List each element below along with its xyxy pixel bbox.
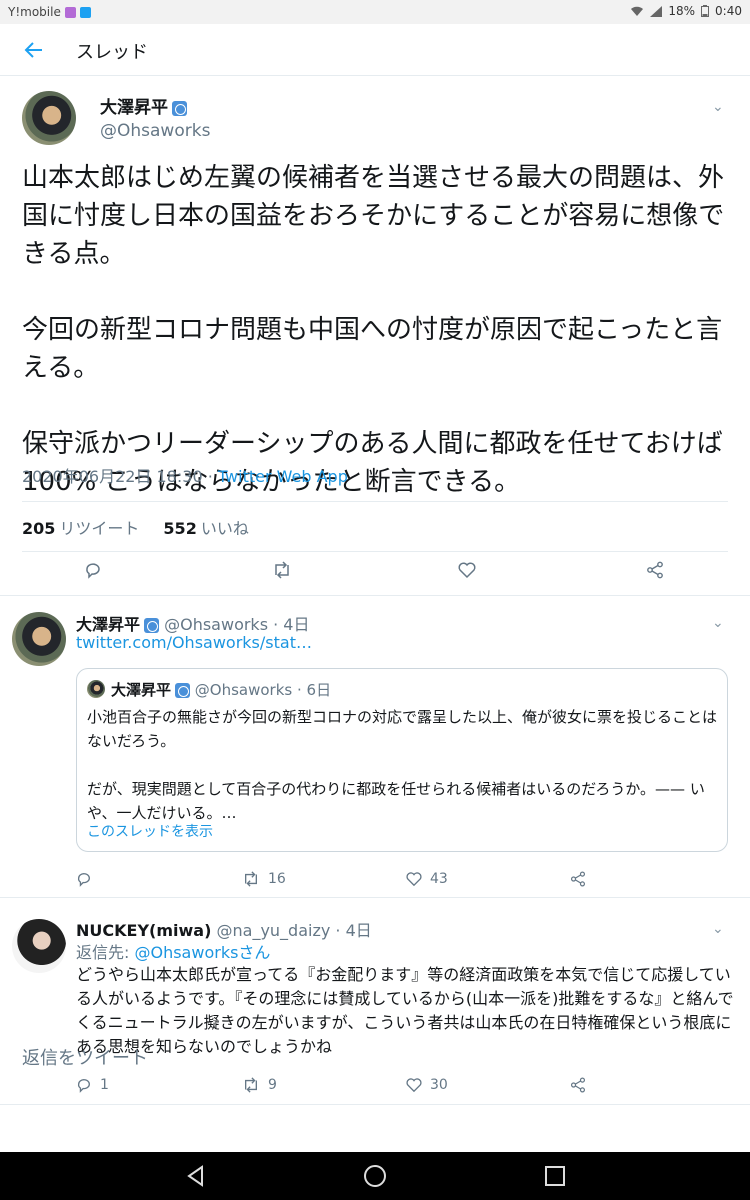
tweet-link[interactable]: twitter.com/Ohsaworks/stat…: [76, 633, 312, 652]
status-bar: Y!mobile 18% 0:40: [0, 0, 750, 24]
like-button[interactable]: 30: [406, 1077, 448, 1093]
like-button[interactable]: 43: [406, 871, 448, 887]
quote-header: 大澤昇平 @Ohsaworks · 6日: [111, 681, 332, 699]
reply-input-placeholder[interactable]: 返信をツイート: [22, 1044, 148, 1070]
reply-button[interactable]: [76, 871, 100, 887]
chevron-down-icon[interactable]: ⌄: [712, 615, 724, 631]
like-icon: [406, 872, 422, 887]
divider: [22, 551, 728, 552]
wifi-icon: [631, 6, 644, 16]
retweet-icon: [245, 871, 257, 887]
retweet-icon[interactable]: [272, 561, 292, 579]
reply-context: 返信先: @Ohsaworksさん: [76, 943, 271, 962]
chevron-down-icon[interactable]: ⌄: [712, 921, 724, 937]
back-arrow-icon[interactable]: [22, 38, 46, 62]
twitter-notification-icon: [79, 6, 91, 18]
author-name[interactable]: NUCKEY(miwa): [76, 921, 211, 940]
carrier-label: Y!mobile: [8, 5, 61, 19]
verified-icon: [172, 100, 187, 116]
reply-to-link[interactable]: @Ohsaworksさん: [134, 943, 270, 962]
nav-back-icon[interactable]: [184, 1164, 208, 1188]
reply-icon: [77, 1079, 90, 1093]
avatar[interactable]: [12, 612, 66, 666]
clock: 0:40: [715, 4, 742, 18]
show-thread-link[interactable]: このスレッドを表示: [87, 821, 213, 841]
avatar[interactable]: [22, 91, 76, 145]
verified-icon: [175, 683, 191, 698]
signal-icon: [650, 5, 663, 17]
nav-recents-icon[interactable]: [543, 1164, 567, 1188]
like-icon[interactable]: [458, 561, 476, 579]
app-notification-icon: [64, 6, 76, 18]
reply-button[interactable]: 1: [76, 1077, 109, 1093]
reply-composer[interactable]: 返信をツイート: [0, 1030, 750, 1078]
app-bar: スレッド: [0, 24, 750, 76]
divider: [0, 595, 750, 596]
author-handle[interactable]: @Ohsaworks: [100, 121, 210, 141]
battery-icon: [701, 5, 710, 17]
verified-icon: [144, 618, 160, 633]
tweet-actions: [0, 561, 750, 587]
share-button[interactable]: [570, 871, 586, 887]
retweet-icon: [245, 1077, 257, 1093]
divider: [0, 897, 750, 898]
divider: [22, 501, 728, 502]
share-icon[interactable]: [646, 561, 664, 579]
retweet-count[interactable]: 205 リツイート: [22, 515, 139, 539]
tweet-stats: 205 リツイート 552 いいね: [22, 515, 249, 539]
like-icon: [406, 1078, 422, 1093]
tweet-timestamp: 2020年06月22日 18:30 · Twitter Web App: [22, 467, 348, 486]
source-app-link[interactable]: Twitter Web App: [218, 467, 348, 486]
quoted-tweet[interactable]: 大澤昇平 @Ohsaworks · 6日 小池百合子の無能さが今回の新型コロナの…: [76, 668, 728, 852]
battery-percent: 18%: [668, 4, 696, 18]
share-icon: [570, 871, 586, 887]
like-count[interactable]: 552 いいね: [163, 515, 248, 539]
system-nav-bar: [0, 1152, 750, 1200]
author-name[interactable]: 大澤昇平: [100, 93, 187, 118]
retweet-button[interactable]: 16: [242, 871, 286, 887]
quote-text: 小池百合子の無能さが今回の新型コロナの対応で露呈した以上、俺が彼女に票を投じるこ…: [87, 708, 718, 822]
tweet-header: 大澤昇平 @Ohsaworks · 4日: [76, 615, 310, 634]
tweet-header: NUCKEY(miwa) @na_yu_daizy · 4日: [76, 921, 372, 940]
tweet-text: 山本太郎はじめ左翼の候補者を当選させる最大の問題は、外国に忖度し日本の国益をおろ…: [22, 163, 725, 497]
reply-icon[interactable]: [84, 561, 102, 579]
share-icon: [570, 1077, 586, 1093]
author-name[interactable]: 大澤昇平: [76, 615, 140, 634]
avatar: [87, 680, 105, 698]
reply-icon: [77, 873, 90, 887]
page-title: スレッド: [76, 42, 148, 63]
avatar[interactable]: [12, 919, 66, 973]
divider: [0, 1104, 750, 1105]
chevron-down-icon[interactable]: ⌄: [712, 99, 724, 115]
nav-home-icon[interactable]: [363, 1164, 387, 1188]
retweet-button[interactable]: 9: [242, 1077, 277, 1093]
share-button[interactable]: [570, 1077, 586, 1093]
